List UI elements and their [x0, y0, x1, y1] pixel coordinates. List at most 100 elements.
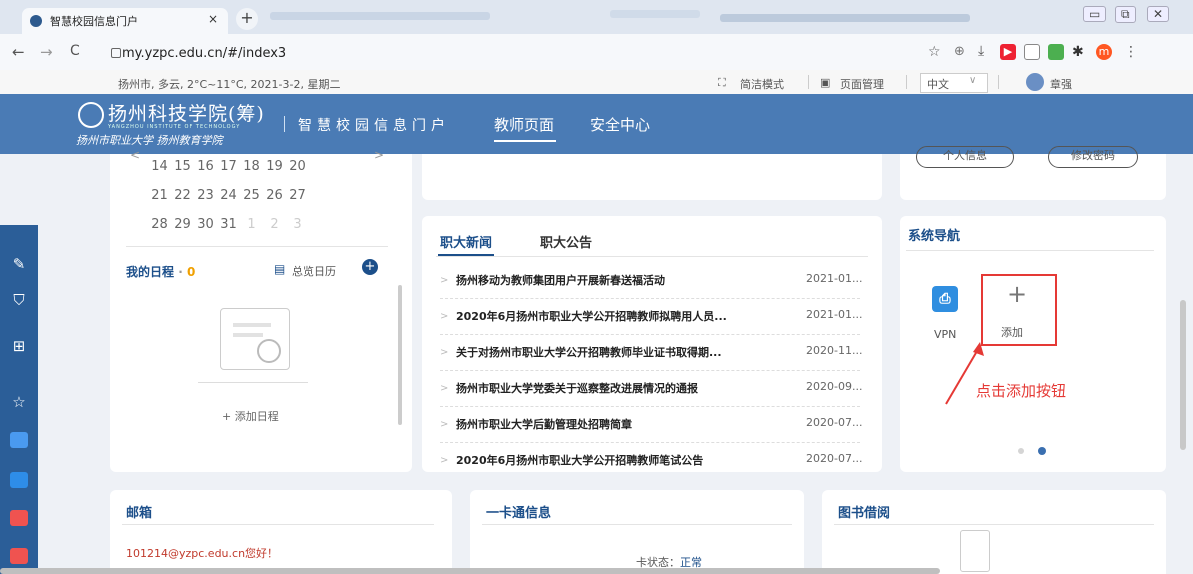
mail-card — [110, 490, 452, 574]
extension-icon[interactable] — [1024, 44, 1040, 60]
app-shortcut-icon[interactable] — [10, 472, 28, 488]
browser-tab[interactable]: 智慧校园信息门户 × — [22, 8, 228, 34]
calendar-day[interactable]: 20 — [286, 159, 309, 174]
back-icon[interactable]: ← — [12, 43, 25, 61]
page-manage-link[interactable]: 页面管理 — [840, 76, 884, 92]
star-bookmark-icon[interactable]: ☆ — [928, 44, 941, 60]
calendar-overview-link[interactable]: 总览日历 — [292, 263, 336, 279]
news-item[interactable]: > 2020年6月扬州市职业大学公开招聘教师拟聘用人员... 2021-01..… — [440, 298, 863, 335]
simple-mode-icon[interactable]: ⛶ — [718, 76, 726, 90]
app-shortcut-icon[interactable] — [10, 432, 28, 448]
download-icon[interactable]: ⤓ — [978, 43, 984, 59]
calendar-day[interactable]: 22 — [171, 188, 194, 203]
calendar-day[interactable]: 16 — [194, 159, 217, 174]
forward-icon[interactable]: → — [40, 43, 53, 61]
calendar-day[interactable]: 25 — [240, 188, 263, 203]
close-tab-icon[interactable]: × — [208, 12, 218, 26]
news-item[interactable]: > 关于对扬州市职业大学公开招聘教师毕业证书取得期... 2020-11... — [440, 334, 862, 371]
add-schedule-link[interactable]: + 添加日程 — [222, 408, 279, 424]
page-vertical-scrollbar[interactable] — [1180, 300, 1186, 450]
calendar-day[interactable]: 29 — [171, 217, 194, 232]
calendar-week-row: 21 22 23 24 25 26 27 — [148, 188, 309, 203]
calendar-day[interactable]: 21 — [148, 188, 171, 203]
user-avatar[interactable] — [1026, 73, 1044, 91]
news-item[interactable]: > 扬州移动为教师集团用户开展新春送福活动 2021-01... — [440, 262, 862, 299]
chevron-right-icon: > — [440, 275, 449, 286]
personal-info-button[interactable]: 个人信息 — [916, 146, 1014, 168]
change-password-button[interactable]: 修改密码 — [1048, 146, 1138, 168]
library-empty-illustration — [960, 530, 990, 572]
calendar-day[interactable]: 1 — [240, 217, 263, 232]
calendar-day[interactable]: 23 — [194, 188, 217, 203]
news-title[interactable]: 关于对扬州市职业大学公开招聘教师毕业证书取得期... — [456, 344, 722, 360]
schedule-scrollbar[interactable] — [398, 285, 402, 425]
add-box-icon[interactable]: ⊞ — [9, 336, 29, 356]
add-schedule-icon[interactable]: + — [362, 259, 378, 275]
url-input[interactable]: my.yzpc.edu.cn/#/index3 — [122, 46, 286, 61]
minimize-window-icon[interactable]: ▭ — [1083, 6, 1107, 22]
news-item[interactable]: > 扬州市职业大学党委关于巡察整改进展情况的通报 2020-09... — [440, 370, 862, 407]
chevron-right-icon: > — [440, 347, 449, 358]
puzzle-extensions-icon[interactable]: ✱ — [1072, 44, 1084, 60]
user-name[interactable]: 章强 — [1050, 76, 1072, 92]
add-app-button[interactable]: + 添加 — [981, 274, 1057, 346]
tab-school-news[interactable]: 职大新闻 — [440, 232, 492, 251]
app-shortcut-icon[interactable] — [10, 510, 28, 526]
calendar-day[interactable]: 3 — [286, 217, 309, 232]
reload-icon[interactable]: C — [70, 43, 80, 59]
calendar-day[interactable]: 19 — [263, 159, 286, 174]
extension-icon[interactable] — [1048, 44, 1064, 60]
calendar-day[interactable]: 18 — [240, 159, 263, 174]
calendar-overview-icon[interactable]: ▤ — [274, 262, 285, 276]
carousel-dot[interactable] — [1018, 448, 1024, 454]
calendar-day[interactable]: 27 — [286, 188, 309, 203]
divider — [998, 75, 999, 89]
divider — [906, 250, 1154, 251]
calendar-day[interactable]: 15 — [171, 159, 194, 174]
page-manage-icon[interactable]: ▣ — [820, 76, 830, 89]
simple-mode-link[interactable]: 简洁模式 — [740, 76, 784, 92]
star-icon[interactable]: ☆ — [9, 392, 29, 412]
profile-avatar[interactable]: m — [1096, 44, 1112, 60]
news-item[interactable]: > 扬州市职业大学后勤管理处招聘简章 2020-07... — [440, 406, 862, 443]
divider — [198, 382, 308, 383]
news-title[interactable]: 扬州市职业大学党委关于巡察整改进展情况的通报 — [456, 380, 698, 396]
plus-icon: + — [1007, 280, 1028, 308]
calendar-day[interactable]: 28 — [148, 217, 171, 232]
news-item[interactable]: > 2020年6月扬州市职业大学公开招聘教师笔试公告 2020-07... — [440, 442, 862, 478]
news-title[interactable]: 2020年6月扬州市职业大学公开招聘教师笔试公告 — [456, 452, 703, 468]
calendar-prev-icon[interactable]: < — [130, 148, 140, 162]
calendar-next-icon[interactable]: > — [374, 148, 384, 162]
translate-icon[interactable]: ⊕ — [954, 44, 965, 59]
news-date: 2021-01... — [806, 308, 863, 321]
news-title[interactable]: 扬州移动为教师集团用户开展新春送福活动 — [456, 272, 665, 288]
page-horizontal-scrollbar[interactable] — [0, 568, 940, 574]
edit-icon[interactable]: ✎ — [9, 254, 29, 274]
divider — [482, 524, 792, 525]
menu-kebab-icon[interactable]: ⋮ — [1124, 44, 1138, 60]
calendar-day[interactable]: 2 — [263, 217, 286, 232]
language-select[interactable]: 中文 ∨ — [920, 73, 988, 93]
chevron-right-icon: > — [440, 311, 449, 322]
calendar-day[interactable]: 17 — [217, 159, 240, 174]
shirt-icon[interactable]: ⛉ — [9, 290, 29, 310]
calendar-day[interactable]: 26 — [263, 188, 286, 203]
extension-icon[interactable]: ▶ — [1000, 44, 1016, 60]
blurred-tabs — [270, 12, 490, 20]
app-shortcut-icon[interactable] — [10, 548, 28, 564]
carousel-dot-active[interactable] — [1038, 447, 1046, 455]
nav-security-center[interactable]: 安全中心 — [590, 114, 650, 135]
news-title[interactable]: 2020年6月扬州市职业大学公开招聘教师拟聘用人员... — [456, 308, 727, 324]
nav-teacher-page[interactable]: 教师页面 — [494, 114, 554, 135]
vpn-app-icon[interactable]: ⎙ — [932, 286, 958, 312]
news-title[interactable]: 扬州市职业大学后勤管理处招聘简章 — [456, 416, 632, 432]
new-tab-button[interactable]: + — [236, 8, 258, 30]
tab-school-notice[interactable]: 职大公告 — [540, 232, 592, 251]
close-window-icon[interactable]: ✕ — [1147, 6, 1170, 22]
calendar-day[interactable]: 14 — [148, 159, 171, 174]
calendar-day[interactable]: 31 — [217, 217, 240, 232]
calendar-day[interactable]: 24 — [217, 188, 240, 203]
school-logo-icon — [78, 102, 104, 128]
restore-window-icon[interactable]: ⧉ — [1115, 6, 1136, 23]
calendar-day[interactable]: 30 — [194, 217, 217, 232]
